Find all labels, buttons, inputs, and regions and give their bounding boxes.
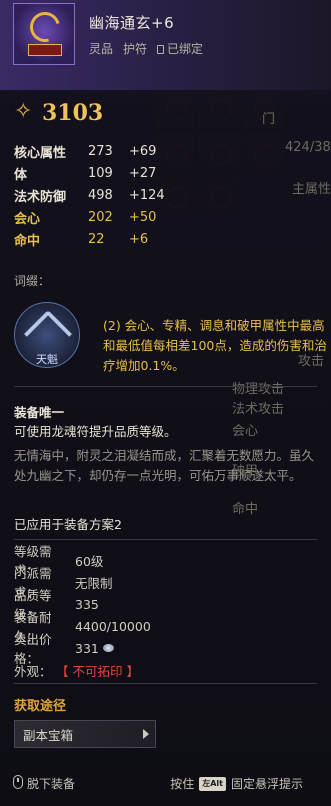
mouse-icon xyxy=(13,775,23,789)
source-title: 获取途径 xyxy=(14,699,67,714)
affix-description: (2) 会心、专精、调息和破甲属性中最高和最低值每相差100点，造成的伤害和治疗… xyxy=(103,318,327,373)
affix-title: 词缀： xyxy=(14,274,51,288)
bg-label: 命中 xyxy=(232,502,259,517)
bg-label: 门 xyxy=(262,112,276,127)
power-score: 3103 xyxy=(14,99,104,126)
divider xyxy=(14,683,317,684)
bg-label: 主属性 xyxy=(292,182,331,197)
alt-key-icon: 左Alt xyxy=(199,776,226,791)
stat-row: 会心 202 +50 xyxy=(14,209,157,227)
unique-label: 装备唯一 xyxy=(14,405,65,420)
stat-row: 核心属性 273 +69 xyxy=(14,143,157,161)
bg-label: 424/38 xyxy=(285,140,331,155)
bg-label: 法术攻击 xyxy=(232,402,285,417)
info-row: 卖出价格： 331 xyxy=(14,632,151,666)
tooltip-header: 幽海通玄+6 灵品 护符 已绑定 xyxy=(0,0,331,90)
upgrade-hint: 可使用龙魂符提升品质等级。 xyxy=(14,424,177,439)
divider xyxy=(14,386,317,387)
tooltip-footer: 脱下装备 按住 左Alt 固定悬浮提示 xyxy=(0,768,331,806)
item-tags: 灵品 护符 已绑定 xyxy=(89,40,203,57)
divider xyxy=(14,539,317,540)
item-type: 护符 xyxy=(123,42,148,56)
item-quality: 灵品 xyxy=(89,42,114,56)
item-info-list: 等级需求： 60级 门派需求： 无限制 品质等级： 335 装备耐久： 4400… xyxy=(14,544,151,681)
lore-text: 无情海中，附灵之泪凝结而成，汇聚着无数愿力。虽久处九幽之下，却仍存一点光明，可佑… xyxy=(14,448,315,483)
stat-row: 法术防御 498 +124 xyxy=(14,187,165,205)
power-star-icon xyxy=(14,99,34,124)
affix-name: 天魁 xyxy=(36,353,58,366)
item-name: 幽海通玄+6 xyxy=(89,14,175,32)
source-dungeon-chest-button[interactable]: 副本宝箱 xyxy=(14,720,156,748)
pin-hint: 按住 左Alt 固定悬浮提示 xyxy=(170,776,303,791)
appearance-status: 【 不可拓印 】 xyxy=(56,663,139,679)
stat-row: 体 109 +27 xyxy=(14,165,157,183)
applied-loadout: 已应用于装备方案2 xyxy=(14,517,122,532)
chevron-right-icon xyxy=(143,729,149,739)
bind-status: 已绑定 xyxy=(157,40,203,57)
stat-row: 命中 22 +6 xyxy=(14,231,149,249)
power-value: 3103 xyxy=(42,100,104,126)
bg-label: 会心 xyxy=(232,424,259,439)
bg-label: 物理攻击 xyxy=(232,382,285,397)
unequip-hint: 脱下装备 xyxy=(27,777,76,791)
amulet-icon xyxy=(13,3,75,65)
item-tooltip: 门 424/38 主属性 攻击 物理攻击 法术攻击 会心 破甲 命中 幽海通玄+… xyxy=(0,0,331,806)
lock-icon xyxy=(157,45,165,54)
silver-coin-icon xyxy=(102,644,114,652)
stat-list: 核心属性 273 +69 体 109 +27 法术防御 498 +124 会心 … xyxy=(14,140,165,250)
info-row: 外观： 【 不可拓印 】 xyxy=(14,659,151,681)
